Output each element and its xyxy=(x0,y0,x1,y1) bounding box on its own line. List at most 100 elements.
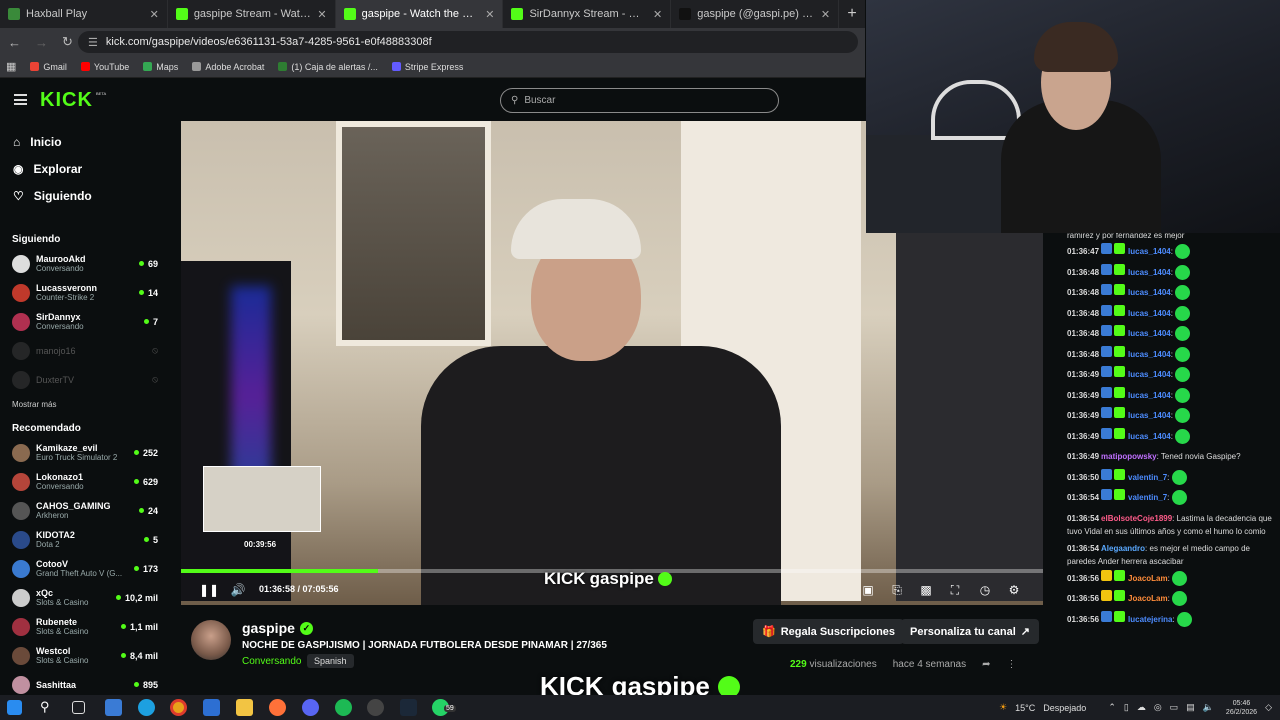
kick-logo[interactable]: KICK xyxy=(40,89,93,112)
tab-close-icon[interactable]: ✕ xyxy=(317,8,326,21)
steam-icon[interactable] xyxy=(400,699,417,716)
speaker-icon[interactable]: 🔈 xyxy=(1203,702,1214,713)
chat-username[interactable]: matipopowsky xyxy=(1101,452,1157,461)
apps-icon[interactable]: ▦ xyxy=(6,60,16,73)
bookmark-item[interactable]: Adobe Acrobat xyxy=(192,62,264,72)
channel-item[interactable]: CAHOS_GAMING Arkheron 24 xyxy=(0,496,170,525)
chat-username[interactable]: lucas_1404 xyxy=(1128,370,1171,379)
chrome-icon[interactable] xyxy=(170,699,187,716)
network-icon[interactable]: ▤ xyxy=(1186,702,1195,713)
chat-username[interactable]: Alegaandro xyxy=(1101,544,1145,553)
channel-item[interactable]: SirDannyx Conversando 7 xyxy=(0,307,170,336)
store-icon[interactable] xyxy=(203,699,220,716)
channel-item[interactable]: CotooV Grand Theft Auto V (G... 173 xyxy=(0,554,170,583)
fullscreen-icon[interactable]: ⛶ xyxy=(945,579,965,601)
channel-item[interactable]: Kamikaze_evil Euro Truck Simulator 2 252 xyxy=(0,438,170,467)
browser-tab[interactable]: Haxball Play ✕ xyxy=(0,0,168,28)
chat-username[interactable]: valentin_7 xyxy=(1128,493,1167,502)
sidebar-nav-inicio[interactable]: ⌂ Inicio xyxy=(0,128,170,155)
channel-name[interactable]: gaspipe ✓ xyxy=(242,620,313,636)
discord-icon[interactable] xyxy=(302,699,319,716)
more-options-icon[interactable]: ⋮ xyxy=(1007,659,1017,670)
browser-tab[interactable]: gaspipe (@gaspi.pe) | TikTok ✕ xyxy=(671,0,840,28)
tab-close-icon[interactable]: ✕ xyxy=(150,8,159,21)
chat-username[interactable]: lucas_1404 xyxy=(1128,309,1171,318)
bookmark-item[interactable]: Gmail xyxy=(30,62,67,72)
channel-item[interactable]: KIDOTA2 Dota 2 5 xyxy=(0,525,170,554)
chat-username[interactable]: lucas_1404 xyxy=(1128,329,1171,338)
site-info-icon[interactable]: ☰ xyxy=(88,36,98,49)
url-field[interactable]: ☰ kick.com/gaspipe/videos/e6361131-53a7-… xyxy=(78,31,858,53)
menu-icon[interactable] xyxy=(14,94,27,105)
firefox-icon[interactable] xyxy=(269,699,286,716)
channel-item[interactable]: manojo16 ⦸ xyxy=(0,336,170,365)
chat-username[interactable]: lucas_1404 xyxy=(1128,268,1171,277)
new-tab-button[interactable]: + xyxy=(839,0,865,28)
bookmark-item[interactable]: YouTube xyxy=(80,62,129,72)
spotify-icon[interactable] xyxy=(335,699,352,716)
miniplayer-icon[interactable]: ▣ xyxy=(858,579,878,601)
chat-username[interactable]: lucas_1404 xyxy=(1128,247,1171,256)
volume-icon[interactable]: 🔊 xyxy=(228,579,248,601)
forward-icon[interactable]: → xyxy=(35,35,48,50)
clock[interactable]: 05:46 26/2/2026 xyxy=(1226,699,1257,717)
cloud-icon[interactable]: ☁ xyxy=(1137,702,1146,713)
gift-subs-button[interactable]: 🎁 Regala Suscripciones xyxy=(753,619,905,644)
sidebar-nav-explorar[interactable]: ◉ Explorar xyxy=(0,155,170,182)
tab-close-icon[interactable]: ✕ xyxy=(485,8,494,21)
chat-username[interactable]: valentin_7 xyxy=(1128,473,1167,482)
pause-icon[interactable]: ❚❚ xyxy=(199,579,219,601)
chat-username[interactable]: lucas_1404 xyxy=(1128,432,1171,441)
language-tag[interactable]: Spanish xyxy=(307,654,354,668)
category-link[interactable]: Conversando xyxy=(242,656,301,667)
channel-item[interactable]: MaurooAkd Conversando 69 xyxy=(0,249,170,278)
chat-username[interactable]: lucas_1404 xyxy=(1128,350,1171,359)
usb-icon[interactable]: ▯ xyxy=(1124,702,1129,713)
bookmark-item[interactable]: Maps xyxy=(143,62,178,72)
reload-icon[interactable]: ↻ xyxy=(62,34,73,50)
channel-item[interactable]: Rubenete Slots & Casino 1,1 mil xyxy=(0,612,170,641)
settings-icon[interactable]: ⚙ xyxy=(1004,579,1024,601)
channel-item[interactable]: Lokonazo1 Conversando 629 xyxy=(0,467,170,496)
chat-username[interactable]: JoacoLam xyxy=(1128,594,1168,603)
chat-username[interactable]: lucatejerina xyxy=(1128,615,1172,624)
microphone-icon[interactable]: ◎ xyxy=(1154,702,1162,713)
theater-mode-icon[interactable]: ▩ xyxy=(916,579,936,601)
chat-username[interactable]: lucas_1404 xyxy=(1128,288,1171,297)
browser-tab[interactable]: gaspipe - Watch the VOD o ✕ xyxy=(335,0,504,28)
share-icon[interactable]: ➦ xyxy=(982,659,990,670)
playback-speed-icon[interactable]: ◷ xyxy=(975,579,995,601)
bookmark-item[interactable]: Stripe Express xyxy=(391,62,463,72)
tab-close-icon[interactable]: ✕ xyxy=(653,8,662,21)
file-explorer-icon[interactable] xyxy=(236,699,253,716)
taskbar-search-icon[interactable]: ⚲ xyxy=(40,699,57,716)
clip-icon[interactable]: ⎘ xyxy=(887,579,907,601)
customize-channel-button[interactable]: Personaliza tu canal ↗ xyxy=(901,619,1039,644)
browser-tab[interactable]: gaspipe Stream - Watch Live on ✕ xyxy=(168,0,336,28)
monitor-icon[interactable]: ▭ xyxy=(1170,702,1179,713)
sidebar-nav-siguiendo[interactable]: ♡ Siguiendo xyxy=(0,182,170,209)
edge-icon[interactable] xyxy=(138,699,155,716)
chat-username[interactable]: JoacoLam xyxy=(1128,574,1168,583)
copilot-icon[interactable] xyxy=(105,699,122,716)
chat-username[interactable]: elBolsoteCoje1899 xyxy=(1101,514,1172,523)
tray-chevron-icon[interactable]: ⌃ xyxy=(1108,702,1116,713)
chat-username[interactable]: lucas_1404 xyxy=(1128,411,1171,420)
tab-close-icon[interactable]: ✕ xyxy=(821,8,830,21)
obs-icon[interactable] xyxy=(367,699,384,716)
notifications-icon[interactable]: ◇ xyxy=(1265,702,1272,713)
channel-item[interactable]: Sashittaa 895 xyxy=(0,670,170,695)
chat-username[interactable]: lucas_1404 xyxy=(1128,391,1171,400)
back-icon[interactable]: ← xyxy=(8,35,21,50)
task-view-icon[interactable] xyxy=(72,701,85,714)
show-more-link[interactable]: Mostrar más xyxy=(0,394,170,416)
channel-item[interactable]: Westcol Slots & Casino 8,4 mil xyxy=(0,641,170,670)
channel-avatar[interactable] xyxy=(191,620,231,660)
windows-start-icon[interactable] xyxy=(7,700,22,715)
browser-tab[interactable]: SirDannyx Stream - Watch Live ✕ xyxy=(503,0,672,28)
channel-item[interactable]: DuxterTV ⦸ xyxy=(0,365,170,394)
channel-item[interactable]: xQc Slots & Casino 10,2 mil xyxy=(0,583,170,612)
channel-item[interactable]: Lucassveronn Counter-Strike 2 14 xyxy=(0,278,170,307)
bookmark-item[interactable]: (1) Caja de alertas /... xyxy=(278,62,378,72)
search-input[interactable]: ⚲ Buscar xyxy=(500,88,779,113)
